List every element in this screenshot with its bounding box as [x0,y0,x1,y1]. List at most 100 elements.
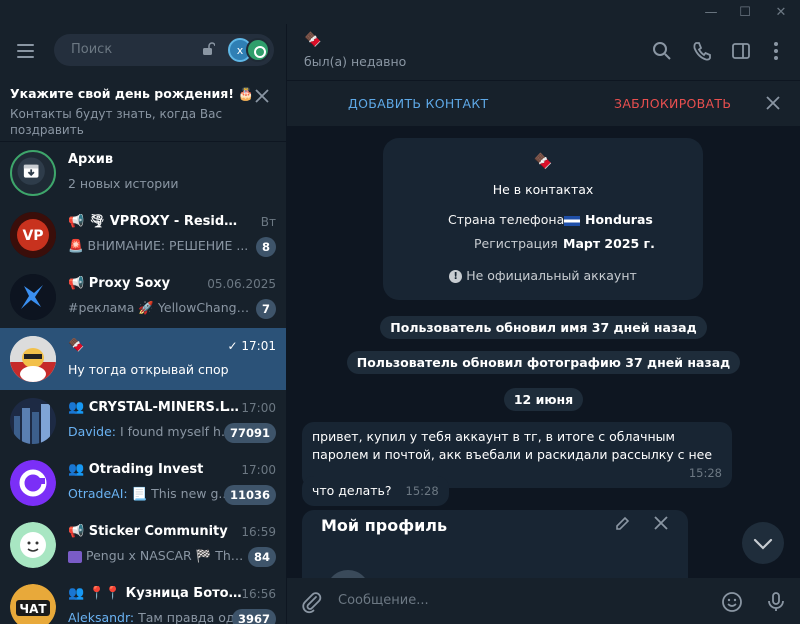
group-icon: 👥 [68,400,85,415]
close-action-bar-icon[interactable] [765,95,781,111]
chat-time: 05.06.2025 [207,277,276,291]
phone-country-label: Страна телефона [448,212,565,227]
attach-icon[interactable] [299,590,323,614]
message-bubble[interactable]: что делать? 15:28 [302,476,449,506]
chat-time: 16:56 [241,587,276,601]
chat-preview: Aleksandr: Там правда од... [68,610,247,624]
unread-badge: 77091 [223,423,276,443]
chat-time: Вт [260,215,276,229]
registration-value: Март 2025 г. [563,236,655,251]
chat-otrading-invest[interactable]: 👥 Otrading Invest 17:00 OtradeAI: 📃 This… [0,452,286,514]
chat-preview: Davide: I found myself h... [68,424,233,439]
phone-icon[interactable] [691,40,713,62]
add-contact-button[interactable]: ДОБАВИТЬ КОНТАКТ [348,96,488,111]
maximize-button[interactable]: ☐ [728,0,762,24]
chat-preview: 🚨 ВНИМАНИЕ: РЕШЕНИЕ ... [68,238,249,253]
city-image-icon [10,398,56,444]
profile-title: Мой профиль [321,516,448,535]
edit-icon[interactable] [614,516,630,532]
contact-avatar [10,336,56,382]
service-message: Пользователь обновил фотографию 37 дней … [287,351,800,374]
unread-badge: 7 [255,299,276,319]
close-banner-icon[interactable] [254,88,270,104]
honduras-flag-icon [564,215,580,226]
chevron-down-icon [753,538,773,550]
maximize-icon: ☐ [739,4,751,20]
chat-time: 17:00 [241,401,276,415]
chat-sticker-community[interactable]: 📢 Sticker Community 16:59 Pengu x NASCAR… [0,514,286,576]
scroll-down-button[interactable] [742,522,784,564]
sidebar-toggle-icon[interactable] [730,40,752,62]
svg-text:ЧАТ: ЧАТ [19,602,47,616]
chat-proxy-soxy[interactable]: 📢 Proxy Soxy 05.06.2025 #реклама 🚀 Yello… [0,266,286,328]
contact-action-bar: ДОБАВИТЬ КОНТАКТ ЗАБЛОКИРОВАТЬ [287,80,800,126]
chat-list-panel: Поиск x Укажите свой день рождения! 🎂 Ко… [0,24,286,624]
hamburger-menu-button[interactable] [14,42,36,60]
message-input[interactable]: Сообщение... [338,593,429,608]
megaphone-icon: 📢 [68,214,85,229]
block-button[interactable]: ЗАБЛОКИРОВАТЬ [614,96,731,111]
unread-badge: 84 [247,547,276,567]
search-placeholder: Поиск [71,42,113,57]
chat-name: 👥 CRYSTAL-MINERS.LTD [68,400,244,415]
chat-archive[interactable]: Архив 2 новых истории [0,142,286,204]
vproxy-avatar: VP [10,212,56,258]
second-account-avatar[interactable] [246,38,270,62]
unofficial-notice: ! Не официальный аккаунт [383,268,703,283]
chat-header[interactable]: 🍫 был(а) недавно [287,24,800,80]
group-icon: 👥 [68,586,85,601]
date-separator: 12 июня [287,388,800,411]
message-time: 15:28 [405,484,439,498]
chat-current-contact[interactable]: 🍫 ✓ 17:01 Ну тогда открывай спор [0,328,286,390]
contact-photo-icon [10,336,56,382]
close-window-button[interactable]: ✕ [764,0,798,24]
chat-name: 👥 Otrading Invest [68,462,204,477]
bot-forge-avatar: ЧАТ [10,584,56,624]
group-icon: 👥 [68,462,85,477]
chat-name: 📢 Sticker Community [68,524,228,539]
close-icon: ✕ [775,4,787,20]
chat-name: 👥 📍📍 Кузница Ботов... [68,586,244,601]
chat-vproxy[interactable]: VP 📢 🌪 VPROXY - Residential ... Вт 🚨 ВНИ… [0,204,286,266]
sticker-logo-icon [10,522,56,568]
minimize-button[interactable]: — [694,0,728,24]
microphone-icon[interactable] [764,590,788,614]
lock-icon[interactable] [201,42,215,56]
unread-badge: 8 [255,237,276,257]
contact-name: 🍫 [304,32,321,48]
message-composer: Сообщение... [287,578,800,624]
chat-time: 16:59 [241,525,276,539]
search-input[interactable]: Поиск x [54,34,274,66]
chat-crystal-miners[interactable]: 👥 CRYSTAL-MINERS.LTD 17:00 Davide: I fou… [0,390,286,452]
close-icon[interactable] [654,516,668,530]
chat-bot-forge[interactable]: ЧАТ 👥 📍📍 Кузница Ботов... 16:56 Aleksand… [0,576,286,624]
chat-name: 📢 🌪 VPROXY - Residential ... [68,214,244,229]
otrading-avatar [10,460,56,506]
phone-country-value: Honduras [564,212,653,227]
warning-icon: ! [449,270,463,283]
birthday-subtitle: Контакты будут знать, когда Вас поздрави… [10,107,223,137]
chat-name: Архив [68,152,114,167]
emoji-icon[interactable] [720,590,744,614]
proxy-soxy-avatar [10,274,56,320]
search-icon[interactable] [651,40,673,62]
chat-preview: #реклама 🚀 YellowChange... [68,300,250,315]
read-check-icon: ✓ [227,339,238,353]
message-text: привет, купил у тебя аккаунт в тг, в ито… [312,429,713,462]
chat-time: ✓ 17:01 [227,339,276,353]
birthday-title: Укажите свой день рождения! 🎂 [10,86,254,101]
sticker-community-avatar [10,522,56,568]
cake-icon: 🍫 [68,338,85,353]
crystal-miners-avatar [10,398,56,444]
title-bar: — ☐ ✕ [0,0,800,24]
chat-logo-icon: ЧАТ [10,584,56,624]
more-options-icon[interactable] [765,40,787,62]
message-area[interactable]: 🍫 Не в контактах Страна телефона Hondura… [287,126,800,578]
message-text: что делать? [312,483,392,498]
my-profile-card[interactable]: Мой профиль [302,510,688,578]
star-logo-icon [10,274,56,320]
birthday-banner[interactable]: Укажите свой день рождения! 🎂 Контакты б… [0,78,286,142]
left-header: Поиск x [0,24,286,78]
contact-info-card: 🍫 Не в контактах Страна телефона Hondura… [383,138,703,300]
chat-preview: Pengu x NASCAR 🏁 The... [68,548,250,564]
